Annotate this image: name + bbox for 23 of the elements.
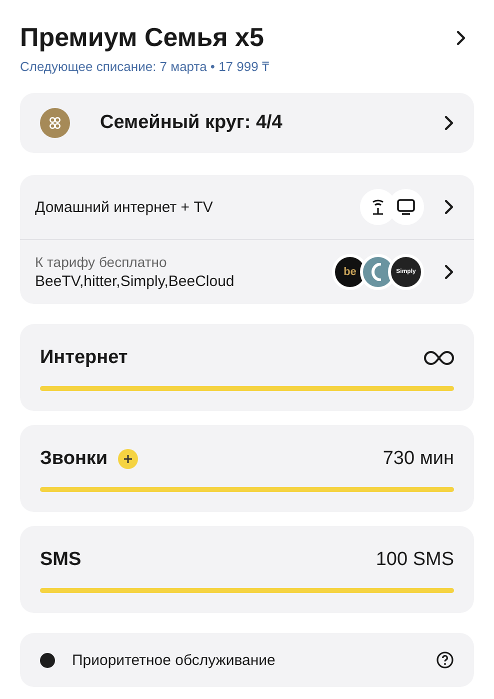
service-caption: К тарифу бесплатно [35,254,168,270]
chevron-right-icon [444,264,454,280]
meter-name: SMS [40,549,82,571]
family-label: Семейный круг: 4/4 [100,112,284,134]
help-icon[interactable] [436,651,454,669]
meter-name: Интернет [40,347,128,369]
plan-title: Премиум Семья x5 [20,22,265,53]
meter-name: Звонки [40,448,108,470]
infinity-icon [424,350,454,366]
priority-label: Приоритетное обслуживание [72,652,276,668]
chevron-right-icon [444,199,454,215]
priority-card[interactable]: Приоритетное обслуживание [20,633,474,687]
service-title: Домашний интернет + TV [35,198,214,216]
plus-icon[interactable] [118,449,138,469]
meter-value: 100 SMS [376,549,454,571]
family-card[interactable]: Семейный круг: 4/4 [20,93,474,153]
chevron-right-icon [456,30,466,46]
meter-value: 730 мин [382,448,454,470]
chevron-right-icon [444,115,454,131]
family-icon [40,108,70,138]
billing-info: Следующее списание: 7 марта • 17 999 ₸ [20,58,269,75]
service-title: BeeTV,hitter,Simply,BeeCloud [35,273,236,290]
service-row[interactable]: Домашний интернет + TV [20,175,474,240]
